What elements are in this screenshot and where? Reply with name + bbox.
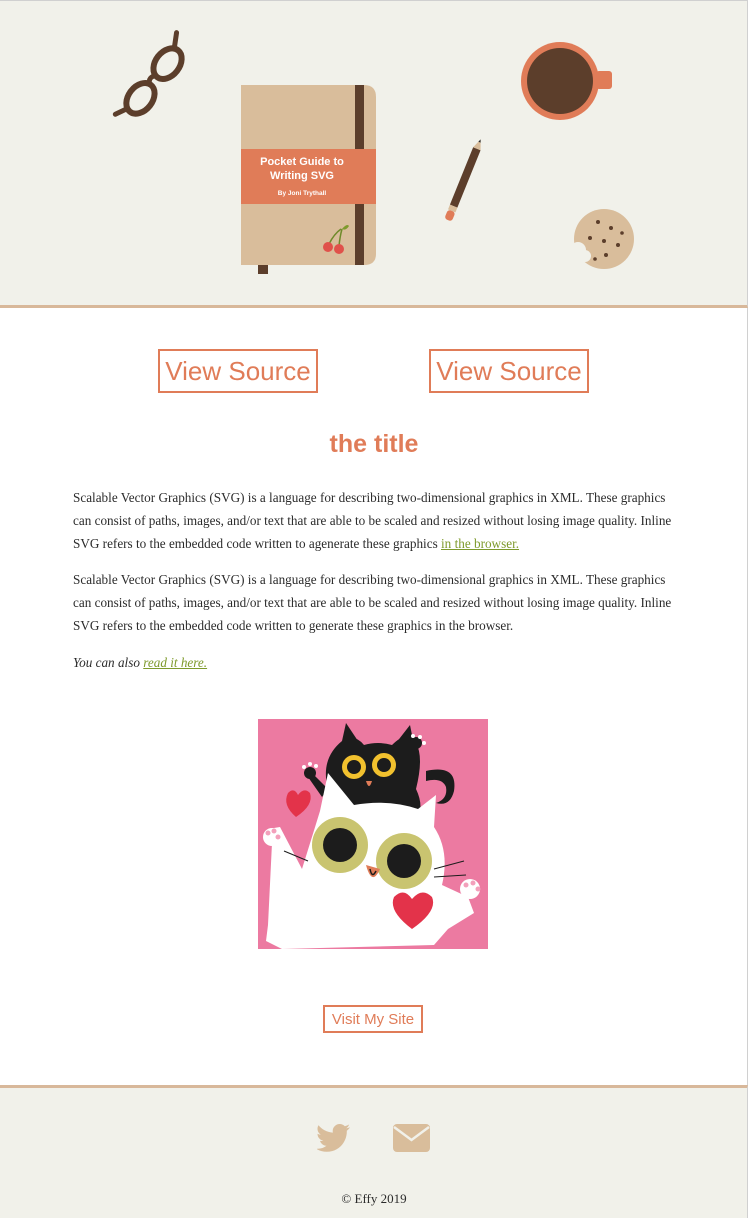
cats-illustration — [258, 719, 488, 949]
copyright-text: © Effy 2019 — [341, 1191, 407, 1206]
coffee-cup-icon — [521, 42, 612, 120]
main-content: View Source View Source the title Scalab… — [0, 308, 748, 1086]
book-author: By Joni Trythall — [278, 190, 327, 197]
page-title: the title — [329, 430, 419, 458]
hero-svg: Pocket Guide to Writing SVG By Joni Tryt… — [112, 30, 634, 274]
cookie-icon — [570, 209, 634, 269]
book-title-line1: Pocket Guide to — [260, 156, 344, 168]
view-source-button-1[interactable]: View Source — [158, 349, 318, 393]
cats-svg — [258, 719, 488, 949]
paragraph-1-text: Scalable Vector Graphics (SVG) is a lang… — [73, 490, 672, 551]
book-title-line2: Writing SVG — [270, 170, 334, 182]
footer: © Effy 2019 — [0, 1085, 748, 1218]
paragraph-1: Scalable Vector Graphics (SVG) is a lang… — [73, 486, 673, 555]
glasses-icon — [112, 30, 185, 117]
pencil-icon — [445, 139, 481, 221]
twitter-icon[interactable] — [317, 1124, 351, 1152]
book-icon: Pocket Guide to Writing SVG By Joni Tryt… — [241, 85, 376, 274]
visit-site-button[interactable]: Visit My Site — [323, 1005, 423, 1033]
view-source-button-2[interactable]: View Source — [429, 349, 589, 393]
read-it-here-link[interactable]: read it here. — [143, 655, 207, 670]
hero-illustration: Pocket Guide to Writing SVG By Joni Tryt… — [0, 0, 748, 308]
paragraph-2: Scalable Vector Graphics (SVG) is a lang… — [73, 572, 672, 633]
paragraph-3: You can also read it here. — [73, 651, 673, 674]
envelope-icon[interactable] — [393, 1124, 430, 1152]
in-the-browser-link[interactable]: in the browser. — [441, 536, 519, 551]
paragraph-3-text: You can also — [73, 655, 144, 670]
